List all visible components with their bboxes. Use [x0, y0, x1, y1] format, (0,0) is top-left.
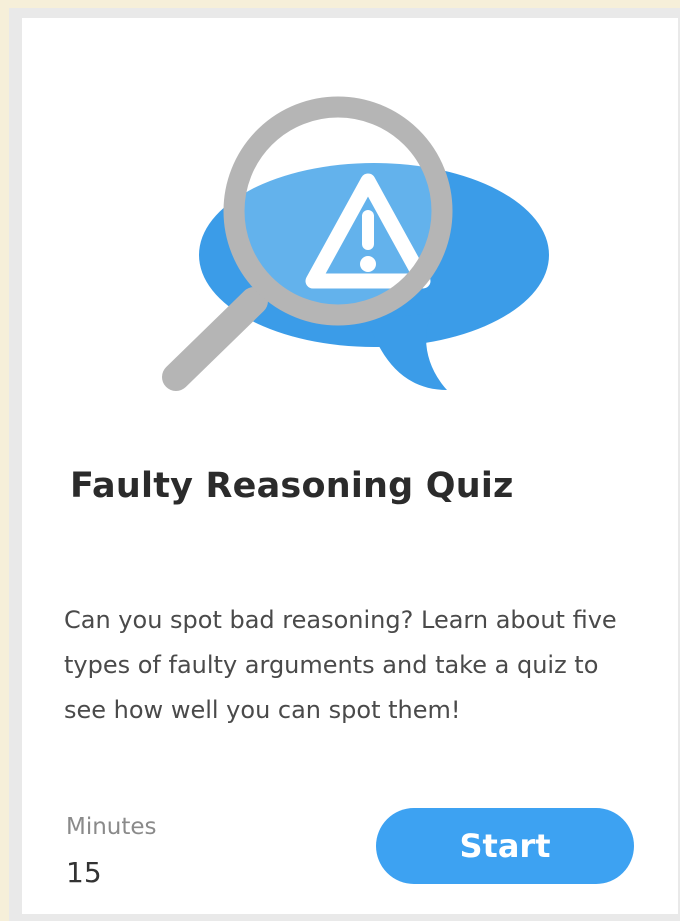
minutes-label: Minutes	[66, 814, 157, 840]
quiz-illustration	[22, 18, 678, 458]
quiz-description: Can you spot bad reasoning? Learn about …	[64, 606, 617, 724]
quiz-title: Faulty Reasoning Quiz	[70, 466, 514, 506]
start-button[interactable]: Start	[376, 808, 634, 884]
minutes-value: 15	[66, 856, 102, 889]
quiz-card: Faulty Reasoning Quiz Can you spot bad r…	[22, 18, 678, 914]
magnifier-handle-icon	[162, 287, 268, 391]
